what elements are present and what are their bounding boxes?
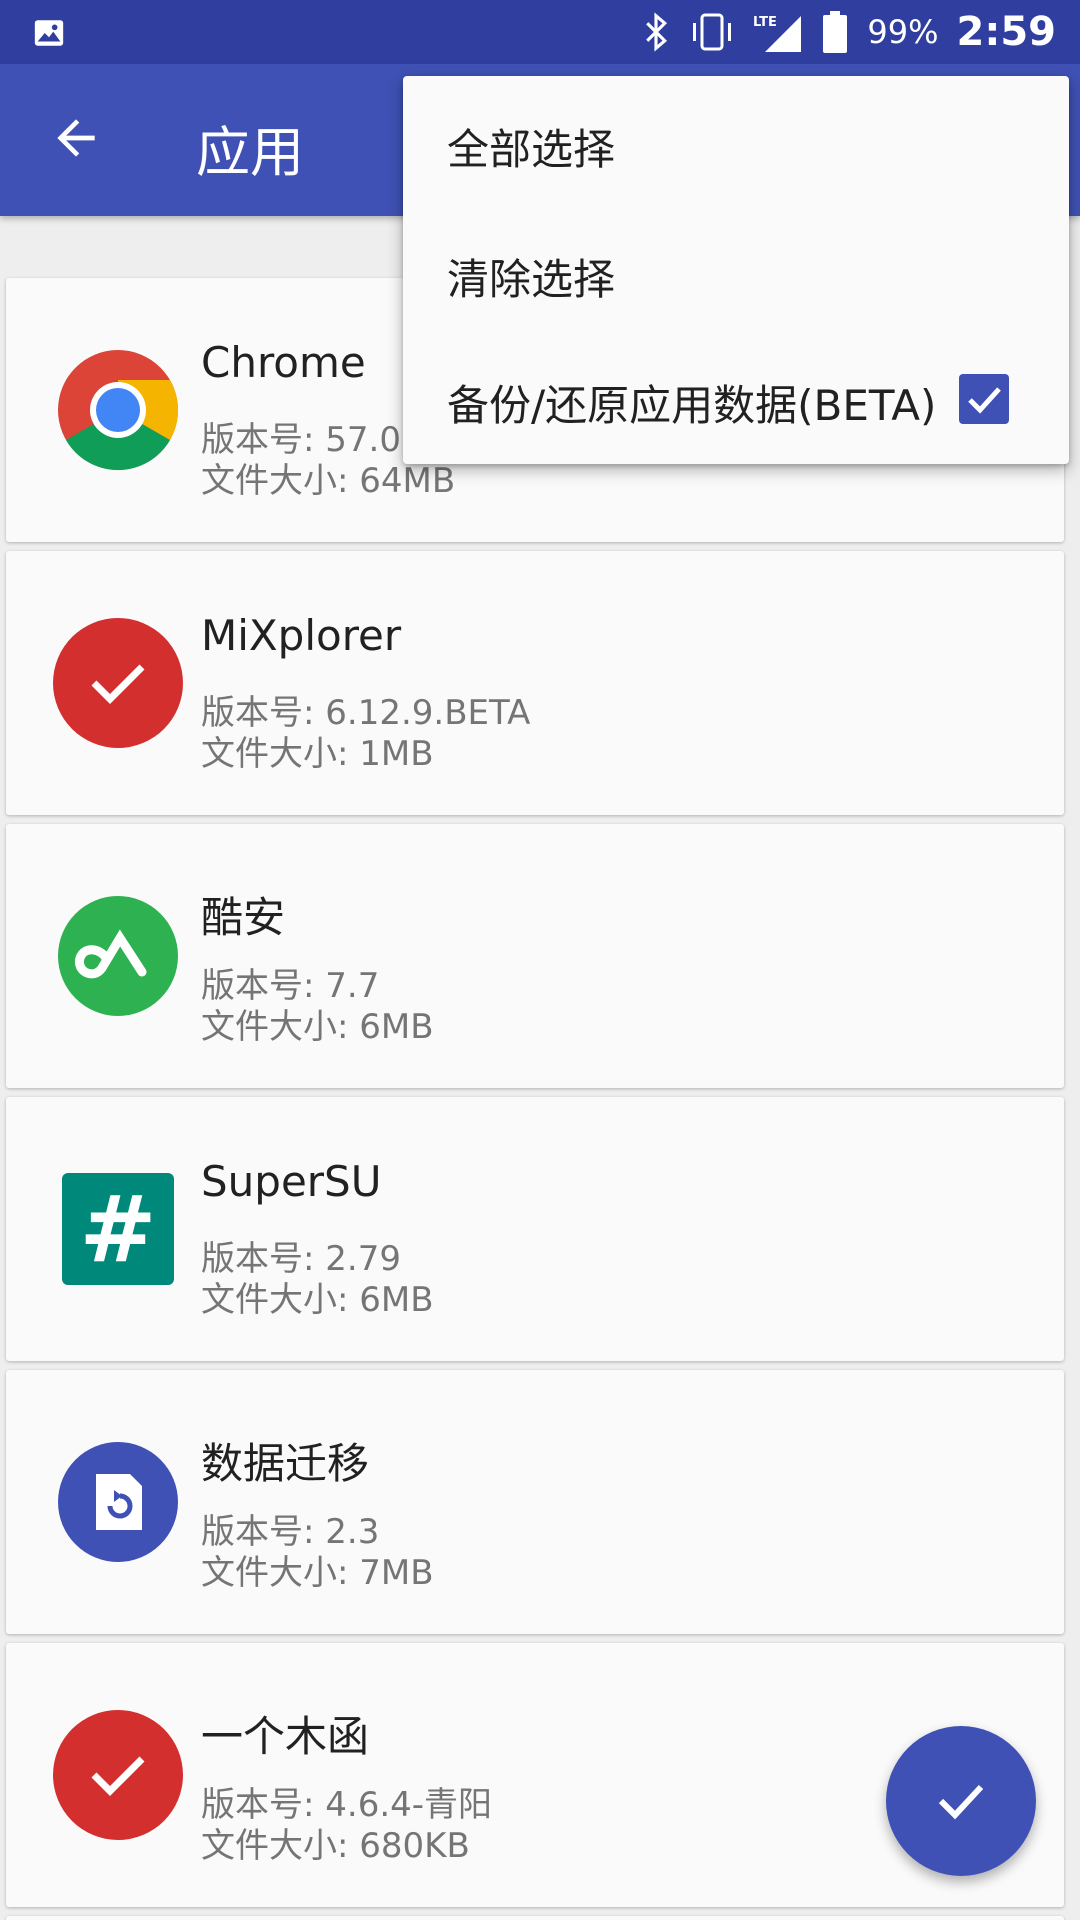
app-name: MiXplorer <box>201 611 402 660</box>
app-name: SuperSU <box>201 1157 382 1206</box>
check-icon <box>968 387 1001 414</box>
back-arrow-icon[interactable] <box>48 110 104 166</box>
list-item-data-migration[interactable]: 数据迁移 版本号: 2.3 文件大小: 7MB <box>6 1370 1064 1634</box>
app-name: Chrome <box>201 338 366 387</box>
app-size: 文件大小: 1MB <box>201 734 434 774</box>
backup-data-checkbox[interactable] <box>959 374 1009 424</box>
menu-item-backup-restore-data[interactable]: 备份/还原应用数据(BETA) <box>447 372 936 433</box>
confirm-fab-button[interactable] <box>886 1726 1036 1876</box>
selected-check-icon <box>53 1710 183 1840</box>
svg-text:LTE: LTE <box>753 15 777 30</box>
app-name: 数据迁移 <box>201 1439 370 1488</box>
coolapk-icon <box>58 896 178 1016</box>
app-size: 文件大小: 6MB <box>201 1007 434 1047</box>
list-item[interactable] <box>6 1916 1064 1920</box>
app-size: 文件大小: 6MB <box>201 1280 434 1320</box>
app-size: 文件大小: 680KB <box>201 1826 470 1866</box>
clock: 2:59 <box>956 9 1057 55</box>
menu-item-select-all[interactable]: 全部选择 <box>447 116 615 177</box>
page-title: 应用 <box>196 121 304 184</box>
app-name: 一个木函 <box>201 1712 370 1761</box>
app-name: 酷安 <box>201 893 286 942</box>
lte-signal-icon: LTE <box>753 15 802 52</box>
data-migration-icon <box>58 1442 178 1562</box>
svg-text:#: # <box>79 1176 156 1283</box>
battery-icon <box>823 11 848 53</box>
bluetooth-icon <box>646 12 668 52</box>
vibrate-icon <box>693 13 732 51</box>
menu-item-clear-selection[interactable]: 清除选择 <box>447 246 615 307</box>
supersu-icon: # <box>62 1173 174 1285</box>
battery-percent: 99% <box>867 13 939 51</box>
selected-check-icon <box>53 618 183 748</box>
list-item-supersu[interactable]: # SuperSU 版本号: 2.79 文件大小: 6MB <box>6 1097 1064 1361</box>
app-list[interactable]: Chrome 版本号: 57.0. 文件大小: 64MB MiXplorer 版… <box>0 216 1080 1920</box>
status-bar: LTE 99% 2:59 <box>0 0 1080 64</box>
check-icon <box>938 1784 984 1820</box>
image-notification-icon <box>34 20 64 46</box>
overflow-menu: 全部选择 清除选择 备份/还原应用数据(BETA) <box>403 76 1069 464</box>
list-item-coolapk[interactable]: 酷安 版本号: 7.7 文件大小: 6MB <box>6 824 1064 1088</box>
chrome-icon <box>58 350 179 471</box>
list-item-mixplorer[interactable]: MiXplorer 版本号: 6.12.9.BETA 文件大小: 1MB <box>6 551 1064 815</box>
app-size: 文件大小: 7MB <box>201 1553 434 1593</box>
